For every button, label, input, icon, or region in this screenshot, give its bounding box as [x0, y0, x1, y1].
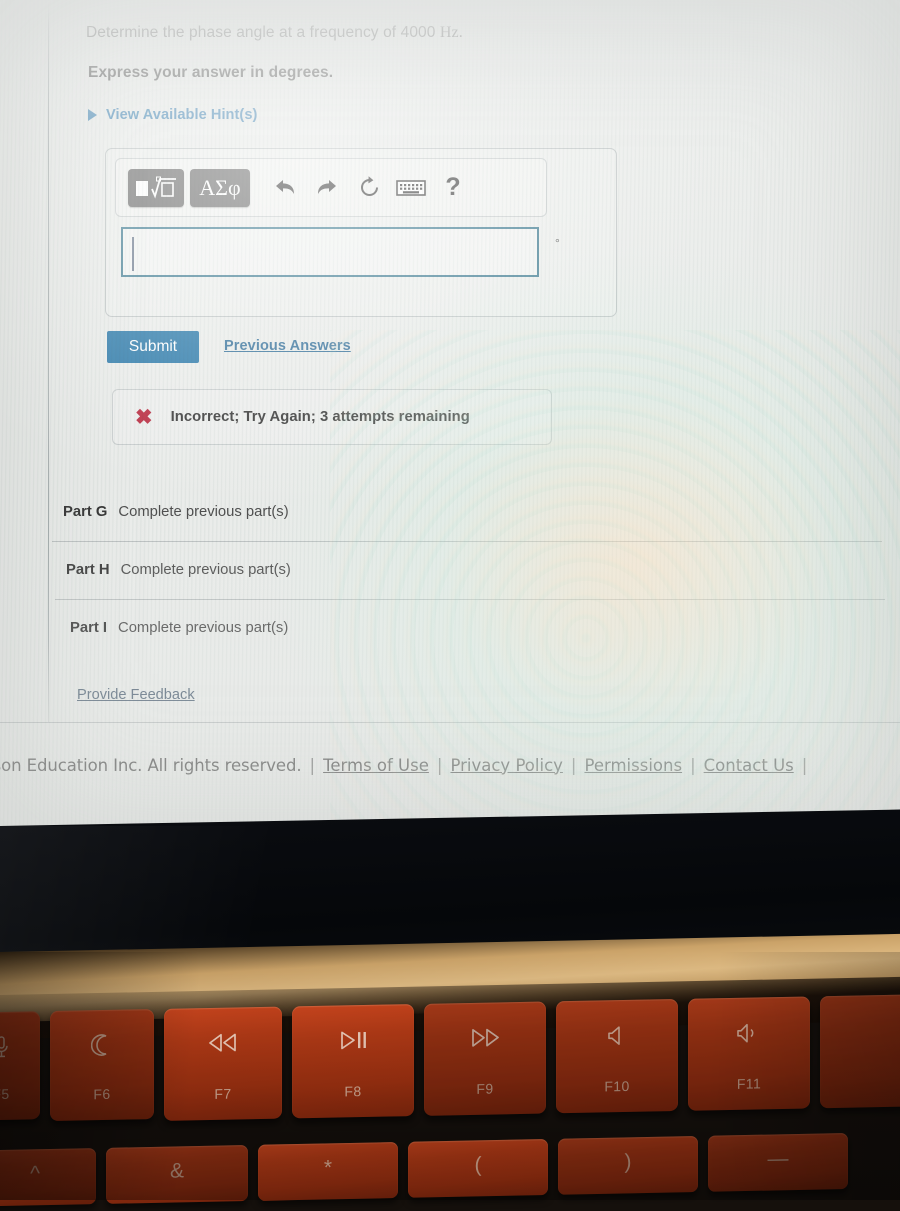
text-caret [132, 237, 134, 271]
key-f9[interactable]: F9 [424, 1002, 546, 1116]
permissions-link[interactable]: Permissions [584, 756, 682, 775]
error-x-icon: ✖ [135, 407, 153, 428]
previous-answers-link[interactable]: Previous Answers [224, 338, 351, 354]
key-label: & [170, 1156, 184, 1186]
part-divider [55, 599, 885, 600]
key-label: F7 [214, 1086, 231, 1102]
key-label: ) [625, 1147, 632, 1177]
keyboard-number-row: ^ & * ( ) — [0, 1130, 900, 1210]
key-f6[interactable]: F6 [50, 1009, 154, 1121]
key-f12[interactable] [820, 994, 900, 1108]
help-question-mark-icon: ? [445, 173, 460, 202]
content-left-divider [48, 0, 49, 722]
question-prompt: Determine the phase angle at a frequency… [86, 24, 686, 42]
part-row[interactable]: Part H Complete previous part(s) [66, 562, 900, 578]
footer-separator: | [302, 756, 324, 775]
submit-button-label: Submit [129, 338, 177, 356]
provide-feedback-label: Provide Feedback [77, 687, 195, 703]
footer-separator: | [794, 756, 816, 775]
key-label: ^ [30, 1159, 40, 1189]
key-f11[interactable]: F11 [688, 996, 810, 1110]
key-label: F10 [604, 1078, 629, 1094]
privacy-policy-link[interactable]: Privacy Policy [450, 756, 562, 775]
answer-unit-label: ° [555, 236, 560, 250]
mute-icon [606, 1020, 628, 1050]
key-f10[interactable]: F10 [556, 999, 678, 1113]
incorrect-feedback-banner: ✖ Incorrect; Try Again; 3 attempts remai… [112, 389, 552, 445]
key-label: F9 [476, 1081, 493, 1097]
part-label: Part G [63, 504, 107, 520]
square-root-template-button[interactable] [128, 169, 184, 207]
answer-input[interactable] [121, 227, 539, 277]
key-ampersand[interactable]: & [106, 1145, 248, 1204]
part-row[interactable]: Part I Complete previous part(s) [70, 620, 900, 636]
part-row[interactable]: Part G Complete previous part(s) [63, 504, 900, 520]
fast-forward-icon [468, 1022, 502, 1053]
key-label: — [768, 1144, 789, 1174]
key-label: F11 [737, 1075, 761, 1091]
greek-letters-label: ΑΣφ [199, 175, 240, 201]
previous-answers-label: Previous Answers [224, 338, 351, 354]
answer-entry-panel: ΑΣφ [105, 148, 617, 317]
key-label: F6 [93, 1086, 110, 1102]
provide-feedback-link[interactable]: Provide Feedback [77, 687, 195, 703]
help-button[interactable]: ? [432, 169, 474, 207]
part-status: Complete previous part(s) [118, 504, 288, 520]
submit-button[interactable]: Submit [107, 331, 199, 363]
question-prompt-unit: Hz. [440, 24, 463, 41]
redo-icon [315, 177, 339, 199]
chevron-right-icon [88, 109, 97, 121]
question-prompt-text: Determine the phase angle at a frequency… [86, 24, 440, 41]
keyboard-icon [396, 178, 426, 198]
answer-instruction: Express your answer in degrees. [88, 64, 333, 82]
copyright-text: rson Education Inc. All rights reserved. [0, 756, 302, 775]
greek-letters-button[interactable]: ΑΣφ [190, 169, 250, 207]
key-asterisk[interactable]: * [258, 1142, 398, 1201]
part-label: Part I [70, 620, 107, 636]
key-f5[interactable]: F5 [0, 1011, 40, 1120]
key-caret[interactable]: ^ [0, 1148, 96, 1206]
footer-divider [0, 722, 900, 723]
square-root-template-icon [135, 176, 177, 200]
key-f8[interactable]: F8 [292, 1004, 414, 1118]
answer-field-row: ° [115, 227, 610, 282]
undo-icon [273, 177, 297, 199]
moon-icon [91, 1030, 113, 1060]
key-label: F8 [344, 1083, 361, 1099]
key-label: F5 [0, 1086, 10, 1102]
part-divider [52, 541, 882, 542]
key-minus[interactable]: — [708, 1133, 848, 1192]
keyboard-function-row: F5 F6 F7 F8 [0, 993, 900, 1124]
key-label: ( [475, 1150, 482, 1180]
footer-separator: | [682, 756, 704, 775]
page-footer: rson Education Inc. All rights reserved.… [0, 748, 900, 782]
rewind-icon [206, 1027, 240, 1058]
microphone-icon [0, 1032, 10, 1062]
footer-separator: | [563, 756, 585, 775]
terms-of-use-link[interactable]: Terms of Use [323, 756, 429, 775]
play-pause-icon [337, 1025, 369, 1056]
math-toolbar: ΑΣφ [115, 158, 547, 217]
incorrect-message: Incorrect; Try Again; 3 attempts remaini… [171, 409, 470, 425]
view-hints-label: View Available Hint(s) [106, 107, 257, 123]
contact-us-link[interactable]: Contact Us [704, 756, 794, 775]
key-f7[interactable]: F7 [164, 1007, 282, 1121]
browser-page: Determine the phase angle at a frequency… [0, 0, 900, 832]
view-hints-toggle[interactable]: View Available Hint(s) [88, 107, 257, 123]
undo-button[interactable] [264, 169, 306, 207]
key-label: * [324, 1153, 332, 1183]
onscreen-keyboard-button[interactable] [390, 169, 432, 207]
key-right-paren[interactable]: ) [558, 1136, 698, 1195]
laptop-screen: Determine the phase angle at a frequency… [0, 0, 900, 832]
redo-button[interactable] [306, 169, 348, 207]
part-label: Part H [66, 562, 110, 578]
part-status: Complete previous part(s) [121, 562, 291, 578]
key-left-paren[interactable]: ( [408, 1139, 548, 1198]
part-status: Complete previous part(s) [118, 620, 288, 636]
reset-circular-arrow-icon [357, 175, 382, 200]
reset-button[interactable] [348, 169, 390, 207]
footer-separator: | [429, 756, 451, 775]
volume-down-icon [736, 1017, 762, 1047]
